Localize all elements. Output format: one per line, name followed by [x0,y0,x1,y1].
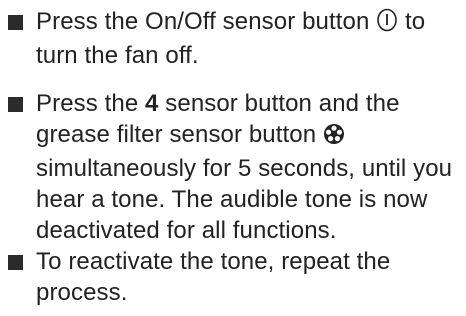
list-item: Press the On/Off sensor button to turn t… [0,6,466,71]
list-item-text: Press the On/Off sensor button to turn t… [36,6,461,71]
text-segment: Press the On/Off sensor button [36,8,377,35]
square-bullet-icon [8,97,23,112]
text-segment: Press the [36,90,146,117]
square-bullet-icon [8,255,23,270]
list-item: Press the 4 sensor button and the grease… [0,88,466,246]
instruction-list: Press the On/Off sensor button to turn t… [0,0,466,316]
bold-button-number: 4 [145,90,159,117]
list-item-text: Press the 4 sensor button and the grease… [36,88,461,246]
grease-filter-icon [323,122,345,153]
text-segment: simultaneously for 5 seconds, until you … [36,155,453,244]
list-item-text: To reactivate the tone, repeat the proce… [36,248,391,306]
list-item: To reactivate the tone, repeat the proce… [0,246,466,308]
power-icon [376,8,398,40]
square-bullet-icon [8,15,23,30]
